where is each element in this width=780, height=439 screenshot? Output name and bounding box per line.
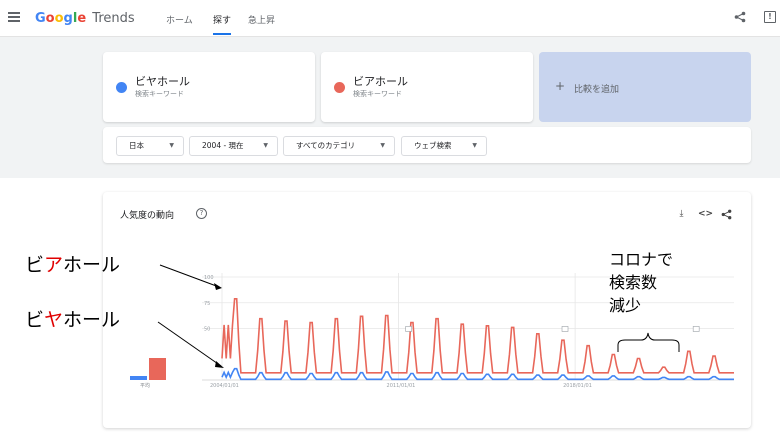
y-tick-label: 50 [204,327,210,333]
covid-bracket [617,332,680,352]
series-line-biya [221,367,734,381]
y-tick-label: 75 [204,301,210,307]
arrow-head-bia [214,283,222,290]
chart-notes [405,326,700,332]
note-marker [561,326,569,332]
annotation-biya-hall: ビヤホール [25,309,121,331]
note-marker [405,326,412,332]
note-marker [692,326,700,332]
x-tick-label: 2004/01/01 [210,383,239,389]
y-tick-label: 100 [204,275,214,281]
x-tick-label: 2011/01/01 [387,383,416,389]
x-tick-label: 2018/01/01 [563,383,592,389]
covid-annotation: コロナで 検索数 減少 [609,250,674,315]
arrow-head-biya [215,361,224,368]
trend-chart: 100 75 50 2004/01/01 2011/01/01 2018/01/01 [157,264,734,389]
annotation-bia-hall: ビアホール [25,254,121,276]
